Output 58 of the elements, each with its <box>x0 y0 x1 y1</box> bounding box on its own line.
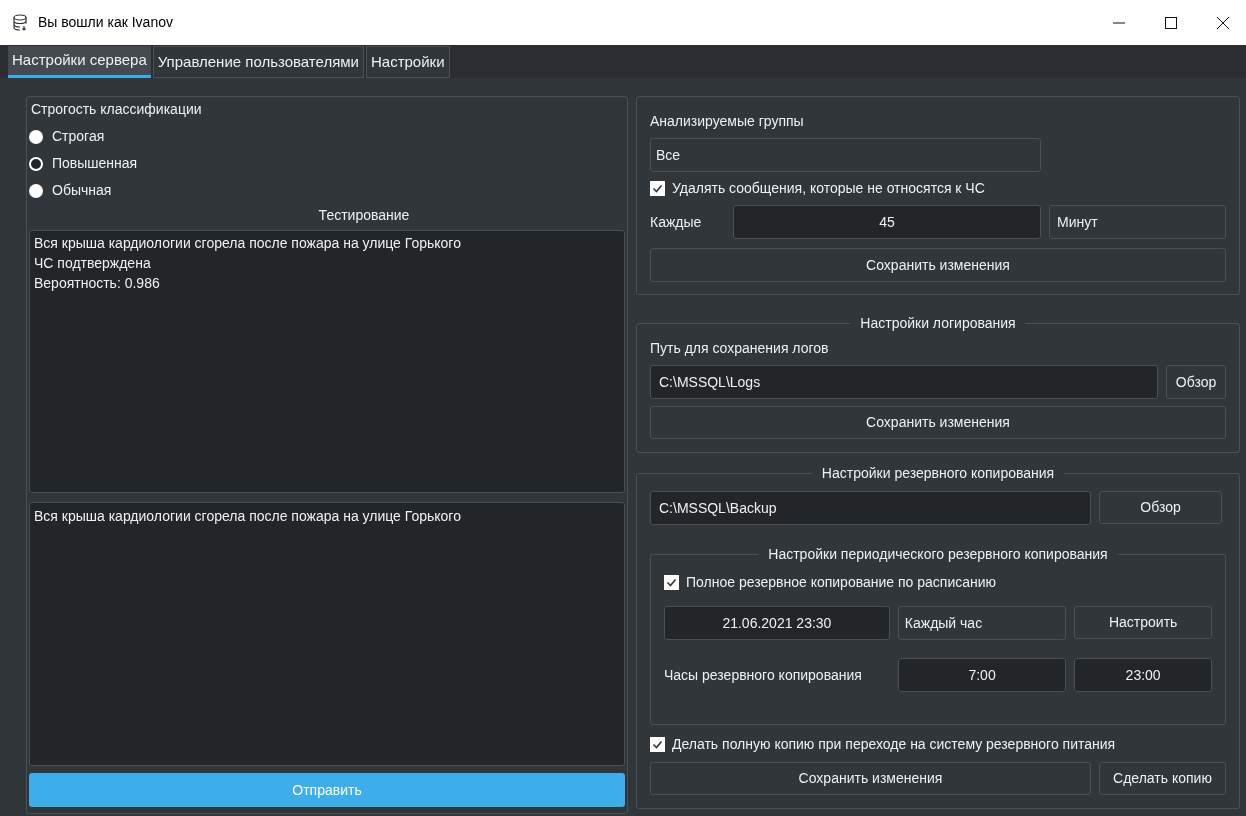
hours-label: Часы резервного копирования <box>664 665 863 685</box>
end-time-field[interactable]: 23:00 <box>1074 658 1212 692</box>
database-icon <box>12 13 30 32</box>
field-value: C:\MSSQL\Backup <box>659 498 777 518</box>
input-text: Вся крыша кардиологии сгорела после пожара на улице Горького <box>34 508 461 524</box>
close-icon[interactable] <box>1216 15 1230 30</box>
output-line: Вся крыша кардиологии сгорела после пожара на улице Горького <box>34 234 462 253</box>
window-title: Вы вошли как Ivanov <box>38 13 173 32</box>
field-value: 21.06.2021 23:30 <box>722 613 832 633</box>
checkbox-label: Полное резервное копирование по расписанию <box>686 572 997 592</box>
start-time-field[interactable]: 7:00 <box>897 658 1067 692</box>
tab[interactable]: Настройки сервера <box>8 46 151 78</box>
frequency-dropdown[interactable]: Каждый час <box>897 606 1067 640</box>
groups-field[interactable]: Все <box>650 138 1041 172</box>
path-field[interactable]: C:\MSSQL\Logs <box>650 365 1158 399</box>
field-value: C:\MSSQL\Logs <box>659 372 761 392</box>
datetime-field[interactable]: 21.06.2021 23:30 <box>664 606 890 640</box>
interval-label: Каждые <box>650 212 703 232</box>
checkbox[interactable] <box>650 181 665 196</box>
checkbox[interactable] <box>664 574 679 590</box>
group-label: Строгость классификации <box>30 100 203 119</box>
unit-dropdown[interactable]: Минут <box>1049 205 1226 239</box>
radio-button[interactable] <box>29 129 43 144</box>
field-label: Путь для сохранения логов <box>650 339 830 358</box>
output-line: Вероятность: 0.986 <box>34 274 161 293</box>
checkbox[interactable] <box>650 737 665 752</box>
message-input[interactable]: Вся крыша кардиологии сгорела после пожара на улице Горького <box>29 502 625 766</box>
checkmark-icon <box>666 576 677 588</box>
dropdown-value: Каждый час <box>904 613 983 633</box>
configure-button[interactable]: Настроить <box>1074 606 1212 639</box>
interval-field[interactable]: 45 <box>733 205 1041 239</box>
browse-button[interactable]: Обзор <box>1099 491 1222 524</box>
copy-button[interactable]: Сделать копию <box>1099 762 1226 795</box>
output-line: ЧС подтверждена <box>34 254 152 273</box>
maximize-icon[interactable] <box>1164 15 1178 30</box>
dropdown-value: Минут <box>1057 212 1098 232</box>
browse-button[interactable]: Обзор <box>1166 365 1226 399</box>
save-button[interactable]: Сохранить изменения <box>650 762 1091 795</box>
field-value: 7:00 <box>968 665 996 685</box>
save-button[interactable]: Сохранить изменения <box>650 248 1226 282</box>
checkmark-icon <box>652 739 663 750</box>
radio-label: Повышенная <box>52 154 138 173</box>
save-button[interactable]: Сохранить изменения <box>650 406 1226 439</box>
checkbox-label: Делать полную копию при переходе на систему резервного питания <box>672 735 1116 754</box>
section-title: Тестирование <box>317 206 411 225</box>
checkmark-icon <box>652 183 663 194</box>
path-field[interactable]: C:\MSSQL\Backup <box>650 491 1091 525</box>
tab[interactable]: Настройки <box>365 46 450 78</box>
field-value: Все <box>656 145 681 165</box>
radio-button[interactable] <box>29 156 43 171</box>
field-value: 45 <box>879 212 895 232</box>
tab[interactable]: Управление пользователями <box>152 46 364 78</box>
checkbox-label: Удалять сообщения, которые не относятся к ЧС <box>672 179 985 198</box>
field-label: Анализируемые группы <box>650 112 805 131</box>
radio-label: Строгая <box>52 127 105 146</box>
field-value: 23:00 <box>1125 665 1161 685</box>
radio-label: Обычная <box>52 181 112 200</box>
radio-button[interactable] <box>29 183 43 198</box>
